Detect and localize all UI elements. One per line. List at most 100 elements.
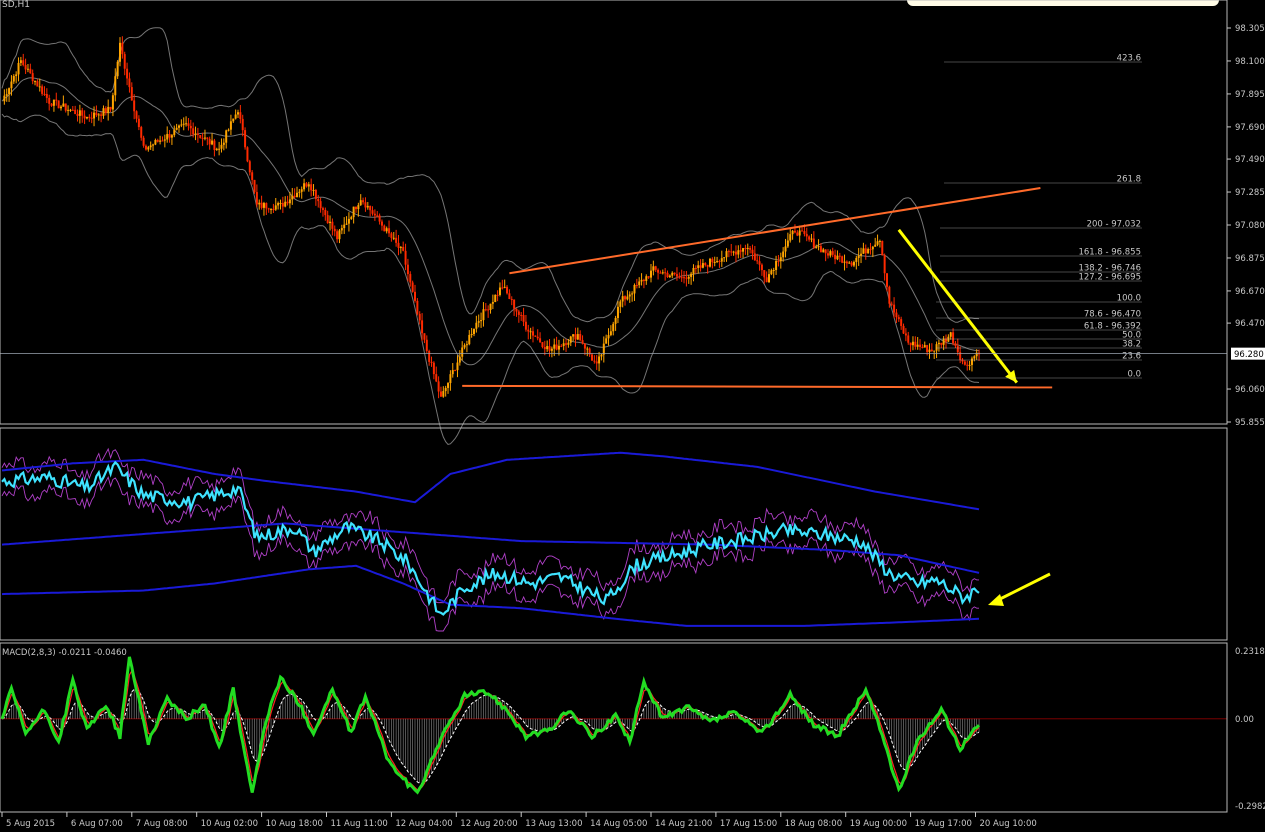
candle-body bbox=[225, 130, 228, 143]
candle-body bbox=[362, 200, 365, 203]
candle-body bbox=[104, 108, 107, 113]
time-tick-label: 6 Aug 07:00 bbox=[71, 819, 123, 829]
candle-body bbox=[883, 255, 886, 274]
candle-body bbox=[52, 99, 55, 106]
candle-body bbox=[244, 130, 247, 148]
candle-body bbox=[38, 86, 41, 88]
candle-body bbox=[239, 112, 242, 119]
candle-body bbox=[619, 301, 622, 307]
candle-body bbox=[843, 261, 846, 263]
candle-body bbox=[147, 147, 150, 150]
candle-body bbox=[529, 331, 532, 333]
candle-body bbox=[607, 335, 610, 339]
candle-body bbox=[161, 140, 164, 142]
candle-body bbox=[359, 200, 362, 206]
candle-body bbox=[93, 112, 96, 119]
candle-body bbox=[942, 338, 945, 345]
candle-body bbox=[29, 68, 32, 74]
candle-body bbox=[71, 109, 74, 111]
candle-body bbox=[437, 381, 440, 392]
candle-body bbox=[173, 129, 176, 136]
candle-body bbox=[237, 112, 239, 115]
candle-body bbox=[376, 215, 379, 217]
candle-body bbox=[668, 275, 671, 278]
candle-body bbox=[277, 203, 280, 206]
candle-body bbox=[166, 134, 169, 140]
candle-body bbox=[876, 241, 879, 245]
candle-body bbox=[395, 237, 398, 243]
candle-body bbox=[135, 111, 138, 119]
symbol-label: SD,H1 bbox=[2, 0, 30, 10]
candle-body bbox=[562, 343, 565, 346]
candle-body bbox=[600, 354, 603, 357]
candle-body bbox=[923, 345, 926, 348]
candle-body bbox=[411, 282, 414, 292]
candle-body bbox=[647, 276, 650, 278]
candle-body bbox=[156, 139, 159, 142]
candle-body bbox=[930, 349, 933, 352]
candle-body bbox=[534, 335, 537, 337]
candle-body bbox=[954, 343, 957, 346]
candle-body bbox=[305, 183, 308, 187]
candle-body bbox=[798, 230, 801, 236]
time-tick-label: 19 Aug 00:00 bbox=[850, 819, 907, 829]
candle-body bbox=[581, 340, 584, 344]
candle-body bbox=[503, 286, 506, 288]
candle-body bbox=[666, 272, 669, 278]
candle-body bbox=[159, 140, 162, 142]
candle-body bbox=[935, 344, 938, 351]
candle-body bbox=[90, 117, 93, 119]
macd-pane-frame bbox=[0, 642, 1228, 813]
candle-body bbox=[232, 118, 235, 122]
candle-body bbox=[812, 238, 815, 248]
candle-body bbox=[85, 116, 88, 119]
candle-body bbox=[654, 266, 657, 270]
candle-body bbox=[175, 127, 178, 130]
candle-body bbox=[659, 272, 662, 274]
candle-body bbox=[560, 345, 563, 347]
chart-canvas[interactable]: 423.6261.8200 - 97.032161.8 - 96.855138.… bbox=[0, 0, 1265, 832]
candle-body bbox=[326, 215, 329, 224]
candle-body bbox=[17, 62, 20, 75]
candle-body bbox=[694, 267, 697, 269]
candle-body bbox=[624, 296, 627, 300]
candle-body bbox=[248, 161, 251, 173]
candle-body bbox=[383, 225, 386, 232]
candle-body bbox=[67, 109, 70, 111]
candle-body bbox=[635, 285, 638, 287]
candle-body bbox=[307, 184, 310, 187]
candle-body bbox=[697, 265, 700, 268]
candle-body bbox=[513, 299, 516, 309]
candle-body bbox=[701, 263, 704, 268]
candle-body bbox=[45, 93, 48, 98]
candle-body bbox=[524, 321, 527, 330]
time-tick-label: 17 Aug 15:00 bbox=[720, 819, 777, 829]
candle-body bbox=[855, 257, 858, 262]
time-tick-label: 11 Aug 11:00 bbox=[331, 819, 388, 829]
candle-body bbox=[414, 291, 416, 301]
candle-body bbox=[911, 341, 914, 346]
candle-body bbox=[683, 277, 686, 279]
candle-body bbox=[439, 391, 442, 397]
candle-body bbox=[734, 251, 737, 255]
candle-body bbox=[463, 345, 466, 348]
candle-body bbox=[522, 315, 525, 322]
candle-body bbox=[350, 217, 353, 219]
fib-level-label: 423.6 bbox=[1117, 54, 1141, 64]
candle-body bbox=[756, 260, 759, 262]
candle-body bbox=[36, 81, 39, 87]
candle-body bbox=[919, 344, 922, 347]
candle-body bbox=[404, 250, 407, 265]
candle-body bbox=[553, 344, 556, 349]
candle-body bbox=[711, 258, 714, 263]
candle-body bbox=[24, 65, 27, 70]
candle-body bbox=[48, 97, 51, 104]
candle-body bbox=[508, 293, 511, 300]
candle-body bbox=[222, 142, 225, 145]
candle-body bbox=[640, 279, 643, 282]
candle-body bbox=[489, 303, 492, 310]
rsi-envelope-upper bbox=[1, 447, 979, 604]
candle-body bbox=[378, 215, 381, 222]
time-tick-label: 10 Aug 18:00 bbox=[266, 819, 323, 829]
candle-body bbox=[909, 342, 912, 346]
